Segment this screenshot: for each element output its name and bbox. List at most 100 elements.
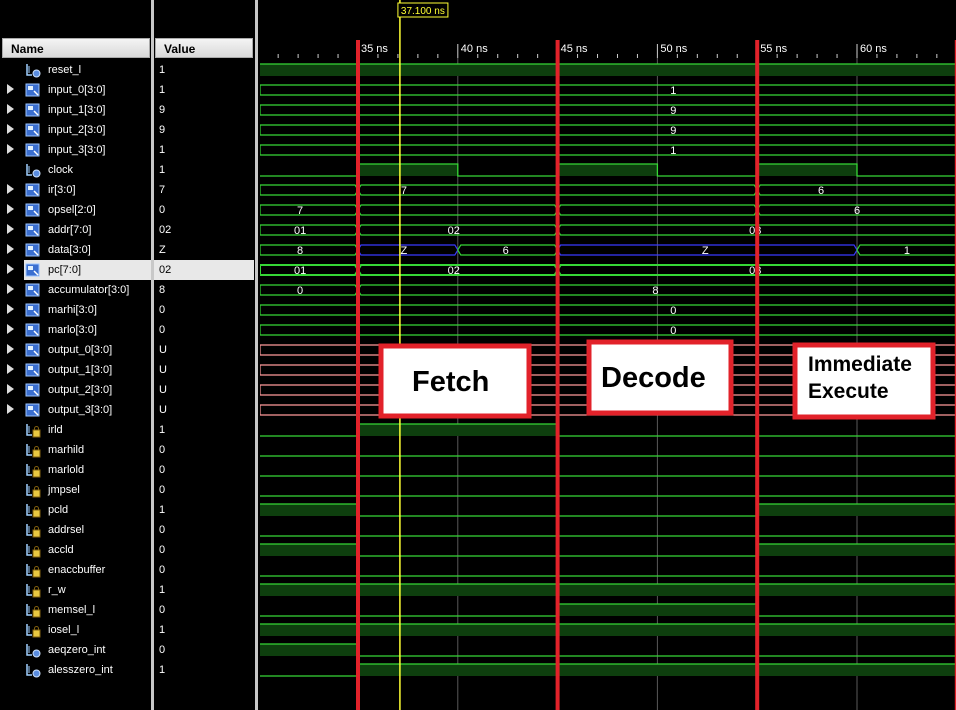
waveform-pc[interactable]: 010203 — [260, 264, 956, 277]
value-row[interactable]: 1 — [154, 620, 254, 640]
value-row[interactable]: 0 — [154, 440, 254, 460]
expand-arrow-icon[interactable] — [7, 404, 14, 414]
waveform-marhi[interactable]: 0 — [260, 304, 956, 317]
signal-row[interactable]: accld — [0, 540, 151, 560]
waveform-marlo[interactable]: 0 — [260, 324, 956, 337]
signal-row[interactable]: pc[7:0] — [0, 260, 151, 280]
value-row[interactable]: 0 — [154, 200, 254, 220]
waveform-accld[interactable] — [260, 543, 956, 557]
expand-arrow-icon[interactable] — [7, 184, 14, 194]
value-row[interactable]: 0 — [154, 300, 254, 320]
panel-divider[interactable] — [255, 0, 258, 710]
value-row[interactable]: 1 — [154, 60, 254, 80]
value-row[interactable]: 9 — [154, 100, 254, 120]
signal-row[interactable]: output_3[3:0] — [0, 400, 151, 420]
signal-row[interactable]: enaccbuffer — [0, 560, 151, 580]
signal-row[interactable]: data[3:0] — [0, 240, 151, 260]
waveform-input_3[interactable]: 1 — [260, 144, 956, 157]
value-row[interactable]: 0 — [154, 600, 254, 620]
waveform-iosel_l[interactable] — [260, 623, 956, 636]
signal-row[interactable]: input_1[3:0] — [0, 100, 151, 120]
waveform-pcld[interactable] — [260, 503, 956, 517]
signal-row[interactable]: r_w — [0, 580, 151, 600]
value-column-header[interactable]: Value — [155, 38, 253, 58]
signal-row[interactable]: input_3[3:0] — [0, 140, 151, 160]
phase-marker-line[interactable] — [755, 40, 760, 710]
expand-arrow-icon[interactable] — [7, 284, 14, 294]
waveform-panel[interactable]: 35 ns 40 ns 45 ns 50 ns 55 ns 60 ns19917 67 601… — [260, 0, 956, 710]
signal-row[interactable]: marhild — [0, 440, 151, 460]
signal-row[interactable]: alesszero_int — [0, 660, 151, 680]
expand-arrow-icon[interactable] — [7, 364, 14, 374]
name-column-header[interactable]: Name — [2, 38, 150, 58]
waveform-irld[interactable] — [260, 423, 956, 437]
signal-row[interactable]: marlo[3:0] — [0, 320, 151, 340]
expand-arrow-icon[interactable] — [7, 124, 14, 134]
expand-arrow-icon[interactable] — [7, 144, 14, 154]
value-row[interactable]: 02 — [154, 220, 254, 240]
waveform-input_0[interactable]: 1 — [260, 84, 956, 97]
value-row[interactable]: 0 — [154, 540, 254, 560]
waveform-memsel_l[interactable] — [260, 603, 956, 617]
signal-row[interactable]: output_2[3:0] — [0, 380, 151, 400]
signal-row[interactable]: output_0[3:0] — [0, 340, 151, 360]
value-row[interactable]: U — [154, 380, 254, 400]
waveform-opsel[interactable]: 76 — [260, 204, 956, 217]
value-row[interactable]: 0 — [154, 640, 254, 660]
waveform-clock[interactable] — [260, 163, 956, 177]
value-row[interactable]: 0 — [154, 460, 254, 480]
value-row[interactable]: 1 — [154, 660, 254, 680]
expand-arrow-icon[interactable] — [7, 204, 14, 214]
expand-arrow-icon[interactable] — [7, 324, 14, 334]
signal-row[interactable]: opsel[2:0] — [0, 200, 151, 220]
signal-row[interactable]: clock — [0, 160, 151, 180]
signal-row[interactable]: irld — [0, 420, 151, 440]
signal-row[interactable]: input_0[3:0] — [0, 80, 151, 100]
value-row[interactable]: 1 — [154, 580, 254, 600]
value-row[interactable]: 0 — [154, 560, 254, 580]
phase-marker-line[interactable] — [356, 40, 360, 710]
expand-arrow-icon[interactable] — [7, 244, 14, 254]
waveform-input_2[interactable]: 9 — [260, 124, 956, 137]
value-row[interactable]: 0 — [154, 520, 254, 540]
waveform-alesszero_int[interactable] — [260, 663, 956, 677]
waveform-r_w[interactable] — [260, 583, 956, 596]
expand-arrow-icon[interactable] — [7, 384, 14, 394]
value-row[interactable]: 8 — [154, 280, 254, 300]
signal-row[interactable]: marhi[3:0] — [0, 300, 151, 320]
signal-row[interactable]: addr[7:0] — [0, 220, 151, 240]
value-row[interactable]: 0 — [154, 320, 254, 340]
signal-row[interactable]: pcld — [0, 500, 151, 520]
expand-arrow-icon[interactable] — [7, 104, 14, 114]
expand-arrow-icon[interactable] — [7, 304, 14, 314]
value-row[interactable]: 1 — [154, 420, 254, 440]
value-row[interactable]: 1 — [154, 500, 254, 520]
value-row[interactable]: 02 — [154, 260, 254, 280]
waveform-aeqzero_int[interactable] — [260, 643, 956, 657]
signal-row[interactable]: iosel_l — [0, 620, 151, 640]
value-row[interactable]: 0 — [154, 480, 254, 500]
signal-row[interactable]: output_1[3:0] — [0, 360, 151, 380]
value-row[interactable]: 1 — [154, 160, 254, 180]
expand-arrow-icon[interactable] — [7, 224, 14, 234]
value-row[interactable]: 1 — [154, 80, 254, 100]
signal-row[interactable]: input_2[3:0] — [0, 120, 151, 140]
expand-arrow-icon[interactable] — [7, 344, 14, 354]
value-row[interactable]: 1 — [154, 140, 254, 160]
signal-row[interactable]: ir[3:0] — [0, 180, 151, 200]
signal-row[interactable]: memsel_l — [0, 600, 151, 620]
value-row[interactable]: U — [154, 400, 254, 420]
value-row[interactable]: 9 — [154, 120, 254, 140]
waveform-accumulator[interactable]: 08 — [260, 284, 956, 297]
expand-arrow-icon[interactable] — [7, 264, 14, 274]
signal-row[interactable]: aeqzero_int — [0, 640, 151, 660]
waveform-reset_l[interactable] — [260, 63, 956, 76]
waveform-data[interactable]: 8 Z 6 Z 1 — [260, 244, 956, 257]
signal-row[interactable]: accumulator[3:0] — [0, 280, 151, 300]
waveform-ir[interactable]: 76 — [260, 184, 956, 197]
phase-marker-line[interactable] — [555, 40, 560, 710]
waveform-addr[interactable]: 010203 — [260, 224, 956, 237]
signal-row[interactable]: marlold — [0, 460, 151, 480]
signal-row[interactable]: jmpsel — [0, 480, 151, 500]
value-row[interactable]: 7 — [154, 180, 254, 200]
